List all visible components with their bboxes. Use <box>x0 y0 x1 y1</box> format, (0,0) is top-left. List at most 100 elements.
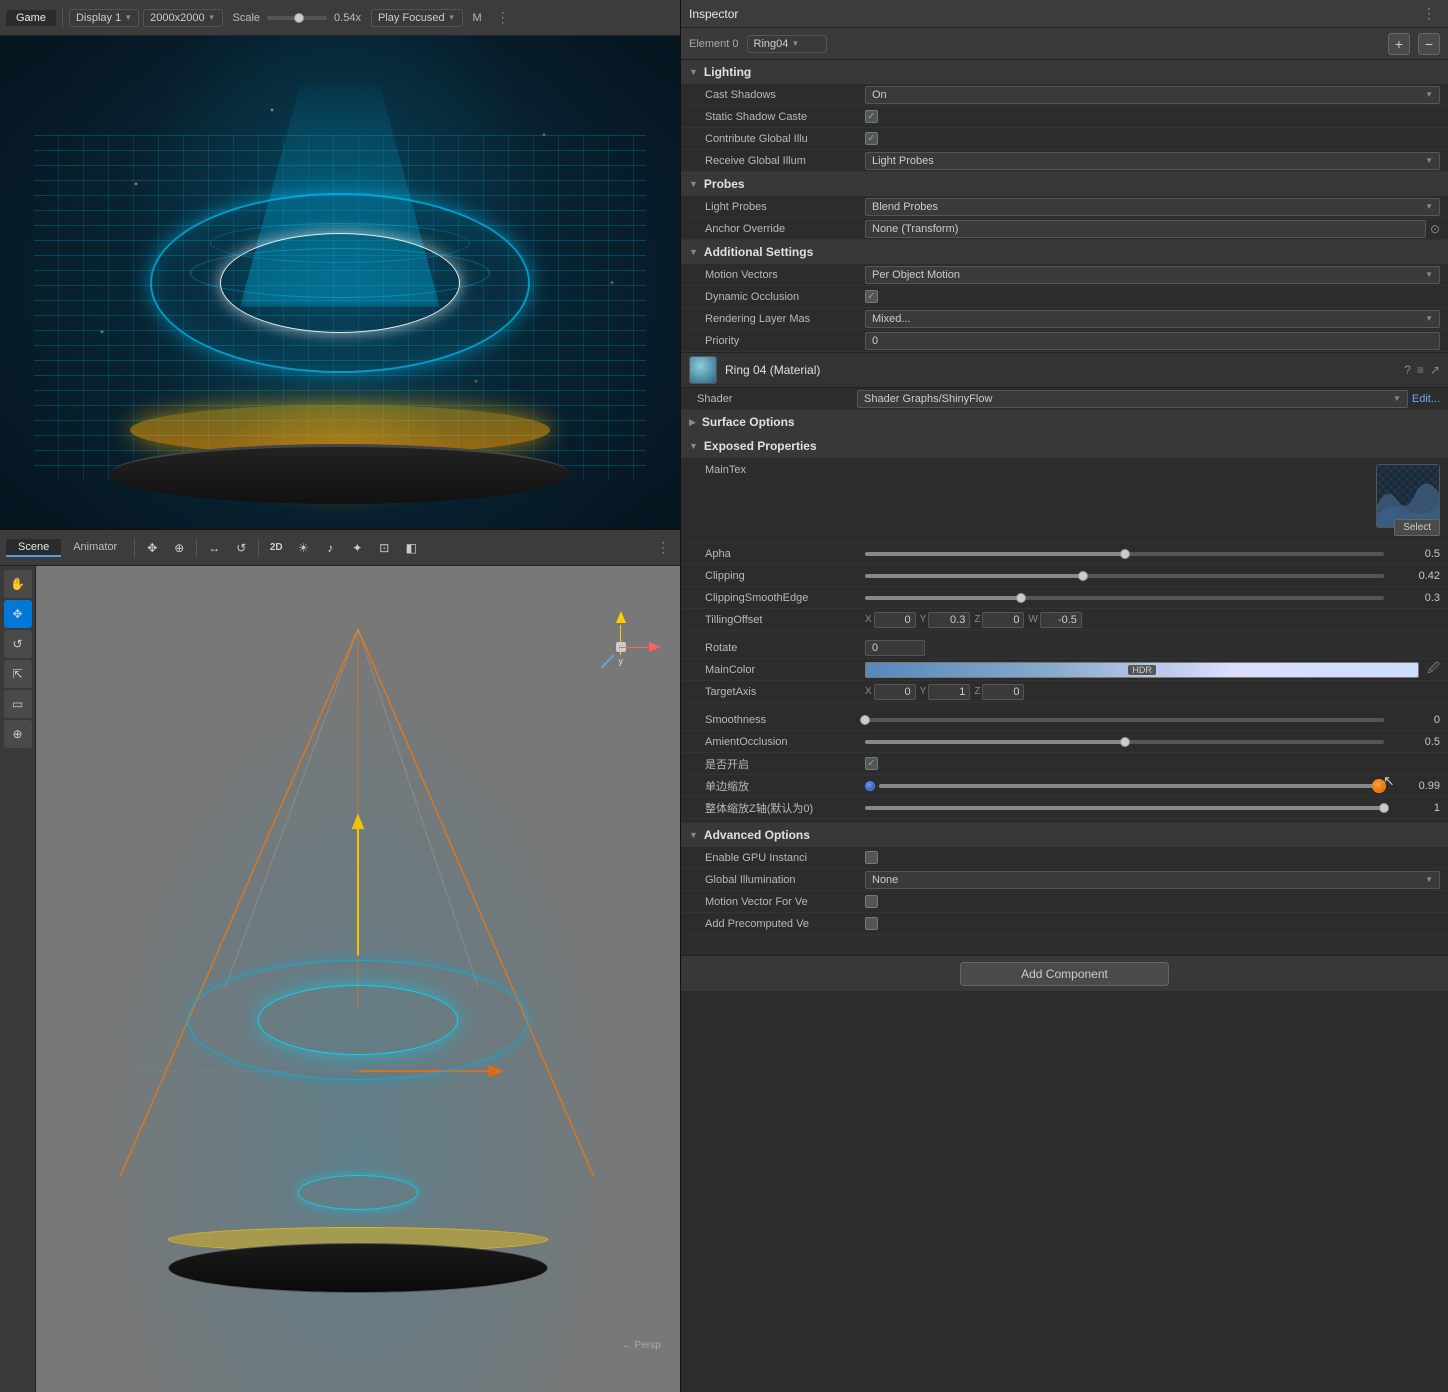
clipping-smooth-thumb[interactable] <box>1016 593 1026 603</box>
main-tex-area: MainTex <box>705 464 1440 480</box>
rotate-tool[interactable]: ↺ <box>229 536 253 560</box>
apha-slider[interactable] <box>865 552 1384 556</box>
target-y-val[interactable]: 1 <box>928 684 970 700</box>
kaifei-checkbox[interactable] <box>865 757 878 770</box>
clipping-smooth-slider[interactable] <box>865 596 1384 600</box>
ambient-occlusion-thumb[interactable] <box>1120 737 1130 747</box>
game-view-menu[interactable]: ⋮ <box>492 9 514 26</box>
tilling-row: TillingOffset X 0 Y 0.3 Z 0 W <box>681 609 1448 631</box>
add-component-button[interactable]: Add Component <box>960 962 1169 986</box>
surface-options-header[interactable]: ▶ Surface Options <box>681 410 1448 434</box>
target-y-key: Y <box>920 686 927 697</box>
scene-menu[interactable]: ⋮ <box>652 539 674 556</box>
play-mode-dropdown[interactable]: Play Focused ▼ <box>371 9 463 27</box>
move-tool[interactable]: ↔ <box>202 536 226 560</box>
rotate-tool-btn[interactable]: ↺ <box>4 630 32 658</box>
additional-settings-header[interactable]: ▼ Additional Settings <box>681 240 1448 264</box>
target-z-val[interactable]: 0 <box>982 684 1024 700</box>
exposed-props-header[interactable]: ▼ Exposed Properties <box>681 434 1448 458</box>
clipping-slider[interactable] <box>865 574 1384 578</box>
precomputed-checkbox[interactable] <box>865 917 878 930</box>
exposed-props-content: MainTex <box>681 458 1448 819</box>
material-help-icon[interactable]: ? <box>1404 363 1411 377</box>
cast-shadows-dropdown[interactable]: On ▼ <box>865 86 1440 104</box>
lighting-toggle[interactable]: ☀ <box>291 536 315 560</box>
static-shadow-checkbox[interactable] <box>865 110 878 123</box>
receive-gi-dropdown[interactable]: Light Probes ▼ <box>865 152 1440 170</box>
animator-tab[interactable]: Animator <box>61 539 129 557</box>
clipping-thumb[interactable] <box>1078 571 1088 581</box>
2d-toggle[interactable]: 2D <box>264 536 288 560</box>
priority-field[interactable]: 0 <box>865 332 1440 350</box>
display-dropdown[interactable]: Display 1 ▼ <box>69 9 139 27</box>
inspector-menu[interactable]: ⋮ <box>1418 5 1440 22</box>
game-toolbar: Game Display 1 ▼ 2000x2000 ▼ Scale 0.54x… <box>0 0 680 36</box>
shader-edit-btn[interactable]: Edit... <box>1412 393 1440 405</box>
gizmo-x-line <box>619 647 649 649</box>
rendering-layer-dropdown[interactable]: Mixed... ▼ <box>865 310 1440 328</box>
gizmo-widget[interactable]: y <box>581 607 661 687</box>
rotate-input[interactable]: 0 <box>865 640 925 656</box>
hand-tool[interactable]: ✋ <box>4 570 32 598</box>
danbiao-blue-dot[interactable] <box>865 781 875 791</box>
motion-vector-checkbox[interactable] <box>865 895 878 908</box>
eyedropper-icon[interactable]: 🖉 <box>1427 659 1440 680</box>
zonti-thumb[interactable] <box>1379 803 1389 813</box>
scene-tab[interactable]: Scene <box>6 539 61 557</box>
global-local-toggle[interactable]: ⊕ <box>167 536 191 560</box>
transform-tool[interactable]: ✥ <box>140 536 164 560</box>
effects-toggle[interactable]: ✦ <box>345 536 369 560</box>
tilling-x-val[interactable]: 0 <box>874 612 916 628</box>
scale-thumb[interactable] <box>294 13 304 23</box>
tilling-w-val[interactable]: -0.5 <box>1040 612 1082 628</box>
material-expand-icon[interactable]: ↗ <box>1430 363 1440 377</box>
move-tool-btn[interactable]: ✥ <box>4 600 32 628</box>
probes-section-header[interactable]: ▼ Probes <box>681 172 1448 196</box>
element-label: Element 0 <box>689 38 739 50</box>
lighting-arrow: ▼ <box>689 67 698 77</box>
game-tab[interactable]: Game <box>6 10 56 26</box>
tilling-z-val[interactable]: 0 <box>982 612 1024 628</box>
material-settings-icon[interactable]: ≡ <box>1417 363 1424 377</box>
tilling-z-field: Z 0 <box>974 612 1024 628</box>
contribute-gi-checkbox[interactable] <box>865 132 878 145</box>
lighting-section-header[interactable]: ▼ Lighting <box>681 60 1448 84</box>
audio-toggle[interactable]: ♪ <box>318 536 342 560</box>
light-probes-arrow: ▼ <box>1425 202 1433 211</box>
scene-overlay[interactable]: ◧ <box>399 536 423 560</box>
shader-dropdown[interactable]: Shader Graphs/ShinyFlow ▼ <box>857 390 1408 408</box>
anchor-override-dropdown[interactable]: None (Transform) <box>865 220 1426 238</box>
global-illum-dropdown[interactable]: None ▼ <box>865 871 1440 889</box>
material-icons: ? ≡ ↗ <box>1404 363 1440 377</box>
target-x-val[interactable]: 0 <box>874 684 916 700</box>
resolution-dropdown[interactable]: 2000x2000 ▼ <box>143 9 222 27</box>
game-more-btn[interactable]: M <box>467 10 488 26</box>
remove-element-btn[interactable]: − <box>1418 33 1440 55</box>
smoothness-thumb[interactable] <box>860 715 870 725</box>
advanced-options-header[interactable]: ▼ Advanced Options <box>681 823 1448 847</box>
precomputed-row: Add Precomputed Ve <box>681 913 1448 935</box>
anchor-override-row: Anchor Override None (Transform) ⊙ <box>681 218 1448 240</box>
dynamic-occlusion-checkbox[interactable] <box>865 290 878 303</box>
zonti-slider[interactable] <box>865 806 1384 810</box>
ambient-occlusion-slider[interactable] <box>865 740 1384 744</box>
scene-gizmos[interactable]: ⊡ <box>372 536 396 560</box>
rect-tool-btn[interactable]: ▭ <box>4 690 32 718</box>
motion-vectors-dropdown[interactable]: Per Object Motion ▼ <box>865 266 1440 284</box>
static-shadow-value <box>865 110 1440 123</box>
main-color-swatch[interactable]: HDR <box>865 662 1419 678</box>
danbiao-slider[interactable]: ↖ <box>879 784 1384 788</box>
gpu-checkbox[interactable] <box>865 851 878 864</box>
add-element-btn[interactable]: + <box>1388 33 1410 55</box>
ring-dropdown[interactable]: Ring04 ▼ <box>747 35 827 53</box>
anchor-target-icon[interactable]: ⊙ <box>1430 222 1440 236</box>
light-probes-dropdown[interactable]: Blend Probes ▼ <box>865 198 1440 216</box>
apha-thumb[interactable] <box>1120 549 1130 559</box>
tilling-y-val[interactable]: 0.3 <box>928 612 970 628</box>
transform-tool-btn[interactable]: ⊕ <box>4 720 32 748</box>
select-texture-btn[interactable]: Select <box>1394 519 1440 536</box>
display-dropdown-arrow: ▼ <box>124 13 132 22</box>
scale-tool-btn[interactable]: ⇱ <box>4 660 32 688</box>
scene-canvas[interactable]: ✋ ✥ ↺ ⇱ ▭ ⊕ <box>0 566 680 1392</box>
smoothness-slider[interactable] <box>865 718 1384 722</box>
